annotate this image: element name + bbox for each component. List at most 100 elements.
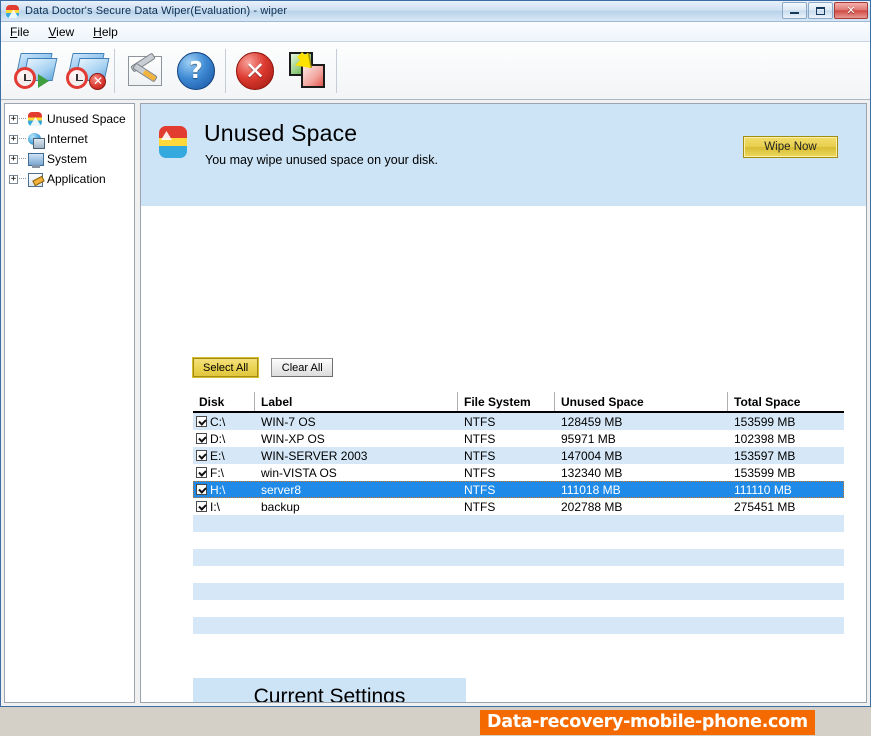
application-icon — [27, 171, 43, 187]
sidebar-item-application[interactable]: + Application — [5, 169, 134, 189]
expander-icon[interactable]: + — [9, 134, 18, 144]
expander-icon[interactable]: + — [9, 174, 18, 184]
wiper-app-icon — [5, 4, 20, 19]
disk-table: Disk Label File System Unused Space Tota… — [193, 392, 844, 651]
cell-disk: D:\ — [210, 431, 226, 446]
cell-file-system: NTFS — [464, 465, 496, 480]
cell-disk: F:\ — [210, 465, 224, 480]
row-checkbox[interactable] — [196, 450, 207, 461]
unused-space-icon — [27, 111, 43, 127]
copy-move-button[interactable] — [281, 45, 333, 97]
wipe-now-button[interactable]: Wipe Now — [743, 136, 838, 158]
close-button[interactable]: ✕ — [834, 2, 868, 19]
application-window: Data Doctor's Secure Data Wiper(Evaluati… — [0, 0, 871, 707]
sidebar-item-unused-space[interactable]: + Unused Space — [5, 109, 134, 129]
cell-total-space: 153599 MB — [734, 465, 796, 480]
current-settings-title: Current Settings — [193, 678, 466, 702]
cell-unused-space: 128459 MB — [561, 414, 623, 429]
row-checkbox[interactable] — [196, 433, 207, 444]
cell-file-system: NTFS — [464, 431, 496, 446]
menu-item-help[interactable]: Help — [91, 24, 127, 40]
tree-connector — [19, 158, 26, 160]
cell-disk: H:\ — [210, 482, 226, 497]
stop-wipe-scheduler-button[interactable]: ✕ — [59, 45, 111, 97]
sidebar-item-internet[interactable]: + Internet — [5, 129, 134, 149]
menu-item-view[interactable]: View — [46, 24, 83, 40]
cell-file-system: NTFS — [464, 448, 496, 463]
toolbar-separator — [336, 48, 337, 93]
menu-bar: File View Help — [1, 22, 870, 42]
page-title: Unused Space — [204, 120, 358, 146]
watermark-banner: Data-recovery-mobile-phone.com — [480, 708, 871, 736]
table-row-empty — [193, 515, 844, 532]
start-wipe-scheduler-icon — [11, 49, 58, 93]
menu-item-help-rest: elp — [101, 24, 118, 39]
table-row-empty — [193, 634, 844, 651]
tree-connector — [19, 138, 26, 140]
cell-total-space: 102398 MB — [734, 431, 796, 446]
column-header-disk[interactable]: Disk — [193, 392, 255, 411]
row-checkbox[interactable] — [196, 416, 207, 427]
watermark-text: Data-recovery-mobile-phone.com — [480, 709, 815, 735]
sidebar-item-label: Internet — [47, 132, 88, 146]
start-wipe-scheduler-button[interactable] — [7, 45, 59, 97]
unused-space-icon — [158, 125, 188, 159]
close-icon: ✕ — [846, 4, 856, 17]
menu-item-file[interactable]: File — [8, 24, 38, 40]
selection-buttons: Select All Clear All — [193, 358, 334, 377]
cell-label: backup — [261, 499, 300, 514]
minimize-button[interactable] — [782, 2, 807, 19]
table-row[interactable]: D:\ WIN-XP OS NTFS 95971 MB 102398 MB — [193, 430, 844, 447]
table-row-empty — [193, 549, 844, 566]
cell-label: WIN-SERVER 2003 — [261, 448, 368, 463]
cell-unused-space: 132340 MB — [561, 465, 623, 480]
table-row[interactable]: E:\ WIN-SERVER 2003 NTFS 147004 MB 15359… — [193, 447, 844, 464]
cell-label: WIN-7 OS — [261, 414, 316, 429]
sidebar-item-label: Unused Space — [47, 112, 126, 126]
toolbar: ✕ ? ✕ — [1, 42, 870, 100]
row-checkbox[interactable] — [196, 467, 207, 478]
cell-disk: I:\ — [210, 499, 221, 514]
cell-unused-space: 95971 MB — [561, 431, 616, 446]
row-checkbox[interactable] — [196, 501, 207, 512]
table-row-selected[interactable]: H:\ server8 NTFS 111018 MB 111110 MB — [193, 481, 844, 498]
column-header-total-space[interactable]: Total Space — [728, 392, 844, 411]
table-row-empty — [193, 566, 844, 583]
expander-icon[interactable]: + — [9, 114, 18, 124]
sidebar-item-label: Application — [47, 172, 106, 186]
sidebar-item-label: System — [47, 152, 88, 166]
table-row[interactable]: C:\ WIN-7 OS NTFS 128459 MB 153599 MB — [193, 413, 844, 430]
restore-button[interactable] — [808, 2, 833, 19]
cell-total-space: 153597 MB — [734, 448, 796, 463]
page-subtitle: You may wipe unused space on your disk. — [205, 153, 439, 167]
clear-all-button[interactable]: Clear All — [271, 358, 334, 377]
column-header-label[interactable]: Label — [255, 392, 458, 411]
stop-button[interactable]: ✕ — [229, 45, 281, 97]
column-header-unused-space[interactable]: Unused Space — [555, 392, 728, 411]
cell-label: WIN-XP OS — [261, 431, 325, 446]
tools-settings-button[interactable] — [118, 45, 170, 97]
expander-icon[interactable]: + — [9, 154, 18, 164]
cell-unused-space: 202788 MB — [561, 499, 623, 514]
table-row[interactable]: I:\ backup NTFS 202788 MB 275451 MB — [193, 498, 844, 515]
table-row-empty — [193, 583, 844, 600]
cell-file-system: NTFS — [464, 414, 496, 429]
copy-move-icon — [285, 49, 329, 93]
cell-total-space: 153599 MB — [734, 414, 796, 429]
help-button[interactable]: ? — [170, 45, 222, 97]
cell-disk: E:\ — [210, 448, 225, 463]
table-row-empty — [193, 617, 844, 634]
cell-disk: C:\ — [210, 414, 226, 429]
toolbar-separator — [114, 48, 115, 93]
content-pane: Unused Space You may wipe unused space o… — [140, 103, 867, 703]
sidebar-item-system[interactable]: + System — [5, 149, 134, 169]
title-bar: Data Doctor's Secure Data Wiper(Evaluati… — [1, 1, 870, 22]
window-controls: ✕ — [782, 2, 868, 19]
column-header-file-system[interactable]: File System — [458, 392, 555, 411]
select-all-button[interactable]: Select All — [193, 358, 259, 377]
tree-connector — [19, 178, 26, 180]
cell-unused-space: 147004 MB — [561, 448, 623, 463]
table-row[interactable]: F:\ win-VISTA OS NTFS 132340 MB 153599 M… — [193, 464, 844, 481]
row-checkbox[interactable] — [196, 484, 207, 495]
cell-file-system: NTFS — [464, 499, 496, 514]
